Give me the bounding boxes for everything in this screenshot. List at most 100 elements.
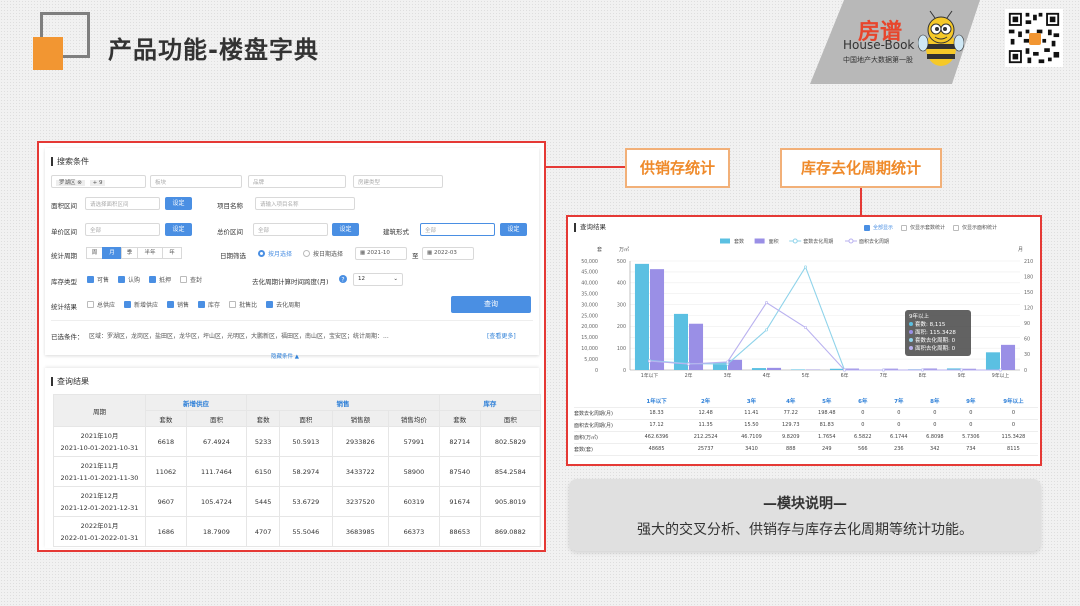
district-tag[interactable]: 罗湖区 ⊗ [56, 180, 85, 186]
stat-result-checkbox[interactable]: 销售 [167, 300, 189, 309]
legend-label: 套数去化周期 [803, 238, 833, 245]
building-form-input[interactable]: 全部 [420, 223, 495, 236]
project-name-input[interactable]: 请输入项目名称 [255, 197, 355, 210]
period-range: 2021-10-01-2021-10-31 [60, 443, 139, 452]
period-option[interactable]: 季 [121, 247, 138, 259]
block-select[interactable]: 板块 [150, 175, 242, 188]
show-area-option[interactable]: 仅显示面积统计 [953, 224, 997, 231]
y-left-tick: 25,000 [581, 313, 598, 319]
date-to-input[interactable]: ▦ 2022-03 [422, 247, 474, 260]
svg-text:?: ? [341, 276, 344, 283]
by-day-radio[interactable]: 按日期选择 [303, 249, 343, 258]
stat-result-checkbox[interactable]: 总供应 [87, 300, 115, 309]
checkbox-icon [180, 276, 188, 283]
period-range: 2021-12-01-2021-12-31 [60, 503, 139, 512]
brand-english-name: House-Book [843, 38, 915, 52]
stock-type-text: 查封 [190, 277, 203, 284]
stat-result-checkbox[interactable]: 批售比 [229, 300, 257, 309]
by-day-text: 按日期选择 [313, 251, 344, 258]
bar-area [767, 367, 782, 370]
line-point [959, 368, 963, 372]
table-cell: 55.5046 [279, 516, 333, 547]
unit-price-set-button[interactable]: 设定 [165, 223, 192, 236]
stat-result-checkbox[interactable]: 库存 [198, 300, 220, 309]
period-option[interactable]: 年 [162, 247, 182, 259]
bar-area [650, 269, 665, 370]
date-from-input[interactable]: ▦ 2021-10 [355, 247, 407, 260]
stat-result-text: 新增供应 [134, 302, 159, 309]
stock-type-checkbox[interactable]: 查封 [180, 275, 202, 284]
callout-supply-stats: 供销存统计 [625, 148, 730, 188]
cycle-span-label: 去化周期计算时间跨度(月) [252, 278, 329, 286]
period-option[interactable]: 半年 [137, 247, 163, 259]
show-all-option[interactable]: 全部显示 [864, 224, 893, 231]
stock-type-checkbox[interactable]: 可售 [87, 275, 109, 284]
stat-col-header: 2年 [681, 395, 731, 408]
line-point [648, 359, 652, 363]
bee-mascot-icon [918, 10, 964, 66]
area-set-button[interactable]: 设定 [165, 197, 192, 210]
show-count-option[interactable]: 仅显示套数统计 [901, 224, 945, 231]
table-cell: 6618 [145, 426, 187, 457]
tooltip-line: 面积去化周期: 0 [909, 345, 967, 353]
period-cell: 2021年12月 2021-12-01-2021-12-31 [53, 486, 146, 517]
help-icon[interactable]: ? [339, 275, 347, 283]
stock-type-checkbox[interactable]: 认购 [118, 275, 140, 284]
district-select[interactable]: 罗湖区 ⊗ + 9 [51, 175, 146, 188]
table-cell: 3237520 [331, 486, 390, 517]
by-month-radio[interactable]: 按月选择 [258, 249, 292, 258]
group-sales: 销售 [246, 394, 440, 411]
stat-cell: 18.33 [632, 407, 682, 420]
stat-cell: 198.48 [808, 407, 845, 420]
stat-cell: 6.5822 [844, 431, 881, 444]
y-right-unit: 月 [1018, 247, 1023, 253]
y-left-tick: 15,000 [581, 335, 598, 341]
stat-period-switch[interactable]: 周月季半年年 [86, 247, 182, 259]
total-price-label: 总价区间 [217, 228, 243, 236]
stat-cell: 0 [844, 419, 881, 432]
result-table: 周期 新增供应 销售 库存 套数 面积 套数 面积 销售额 销售均价 套数 面积 2021年1… [53, 394, 542, 547]
table-cell: 3683985 [331, 516, 390, 547]
y-left-tick: 35,000 [581, 292, 598, 298]
table-cell: 18.7909 [185, 516, 248, 547]
total-price-input[interactable]: 全部 [253, 223, 328, 236]
table-cell: 2933826 [331, 426, 390, 457]
unit-price-label: 单价区间 [51, 228, 77, 236]
y-mid-tick: 300 [617, 302, 626, 308]
stat-period-label: 统计周期 [51, 252, 77, 260]
subcol-header: 面积 [185, 410, 248, 427]
stat-col-header: 6年 [844, 395, 881, 408]
checkbox-icon [87, 301, 94, 308]
stat-cell: 0 [880, 419, 917, 432]
stat-result-checkbox[interactable]: 去化周期 [266, 300, 300, 309]
stock-type-checkbox[interactable]: 抵押 [149, 275, 171, 284]
area-range-input[interactable]: 请选择面积区间 [85, 197, 160, 210]
line-point [765, 328, 769, 332]
building-type-select[interactable]: 房建类型 [353, 175, 443, 188]
stat-col-header: 8年 [916, 395, 953, 408]
unit-price-input[interactable]: 全部 [85, 223, 160, 236]
table-cell: 105.4724 [185, 486, 248, 517]
tooltip-line: 套数去化周期: 0 [909, 337, 967, 345]
project-name-label: 项目名称 [217, 202, 243, 210]
col-period: 周期 [53, 394, 146, 427]
total-price-set-button[interactable]: 设定 [332, 223, 359, 236]
y-left-tick: 5,000 [584, 357, 598, 363]
period-option[interactable]: 月 [102, 247, 122, 259]
see-more-link[interactable]: [查看更多] [487, 331, 516, 340]
building-form-set-button[interactable]: 设定 [500, 223, 527, 236]
query-button[interactable]: 查询 [451, 296, 531, 313]
y-mid-tick: 100 [617, 346, 626, 352]
bar-count [751, 368, 766, 370]
period-month: 2021年11月 [80, 461, 119, 470]
collapse-conditions-link[interactable]: 隐藏条件 ▲ [271, 352, 299, 360]
stat-cell: 0 [988, 419, 1038, 432]
table-row: 2021年12月 2021-12-01-2021-12-31 9607 105.472… [53, 486, 542, 517]
period-option[interactable]: 周 [86, 247, 103, 259]
search-screenshot-panel: 搜索条件 罗湖区 ⊗ + 9 板块 品牌 房建类型 面积区间 请选择面积区间 设… [37, 141, 546, 552]
district-more-tag: + 9 [89, 180, 106, 186]
stock-type-text: 抵押 [159, 277, 172, 284]
stat-result-checkbox[interactable]: 新增供应 [124, 300, 158, 309]
cycle-span-select[interactable]: 12 ⌄ [353, 273, 403, 286]
brand-select[interactable]: 品牌 [248, 175, 346, 188]
